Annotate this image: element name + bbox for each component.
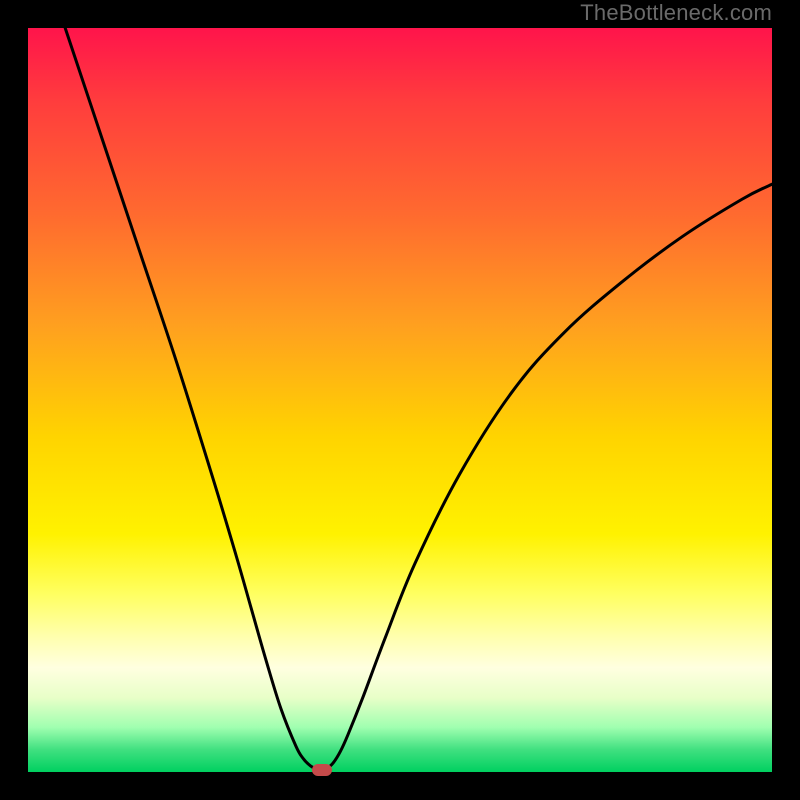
curve-left-path [65, 28, 318, 770]
watermark-text: TheBottleneck.com [580, 0, 772, 26]
plot-area [28, 28, 772, 772]
curve-right-path [326, 184, 772, 770]
chart-frame: TheBottleneck.com [0, 0, 800, 800]
curve-svg [28, 28, 772, 772]
minimum-marker [312, 764, 332, 776]
